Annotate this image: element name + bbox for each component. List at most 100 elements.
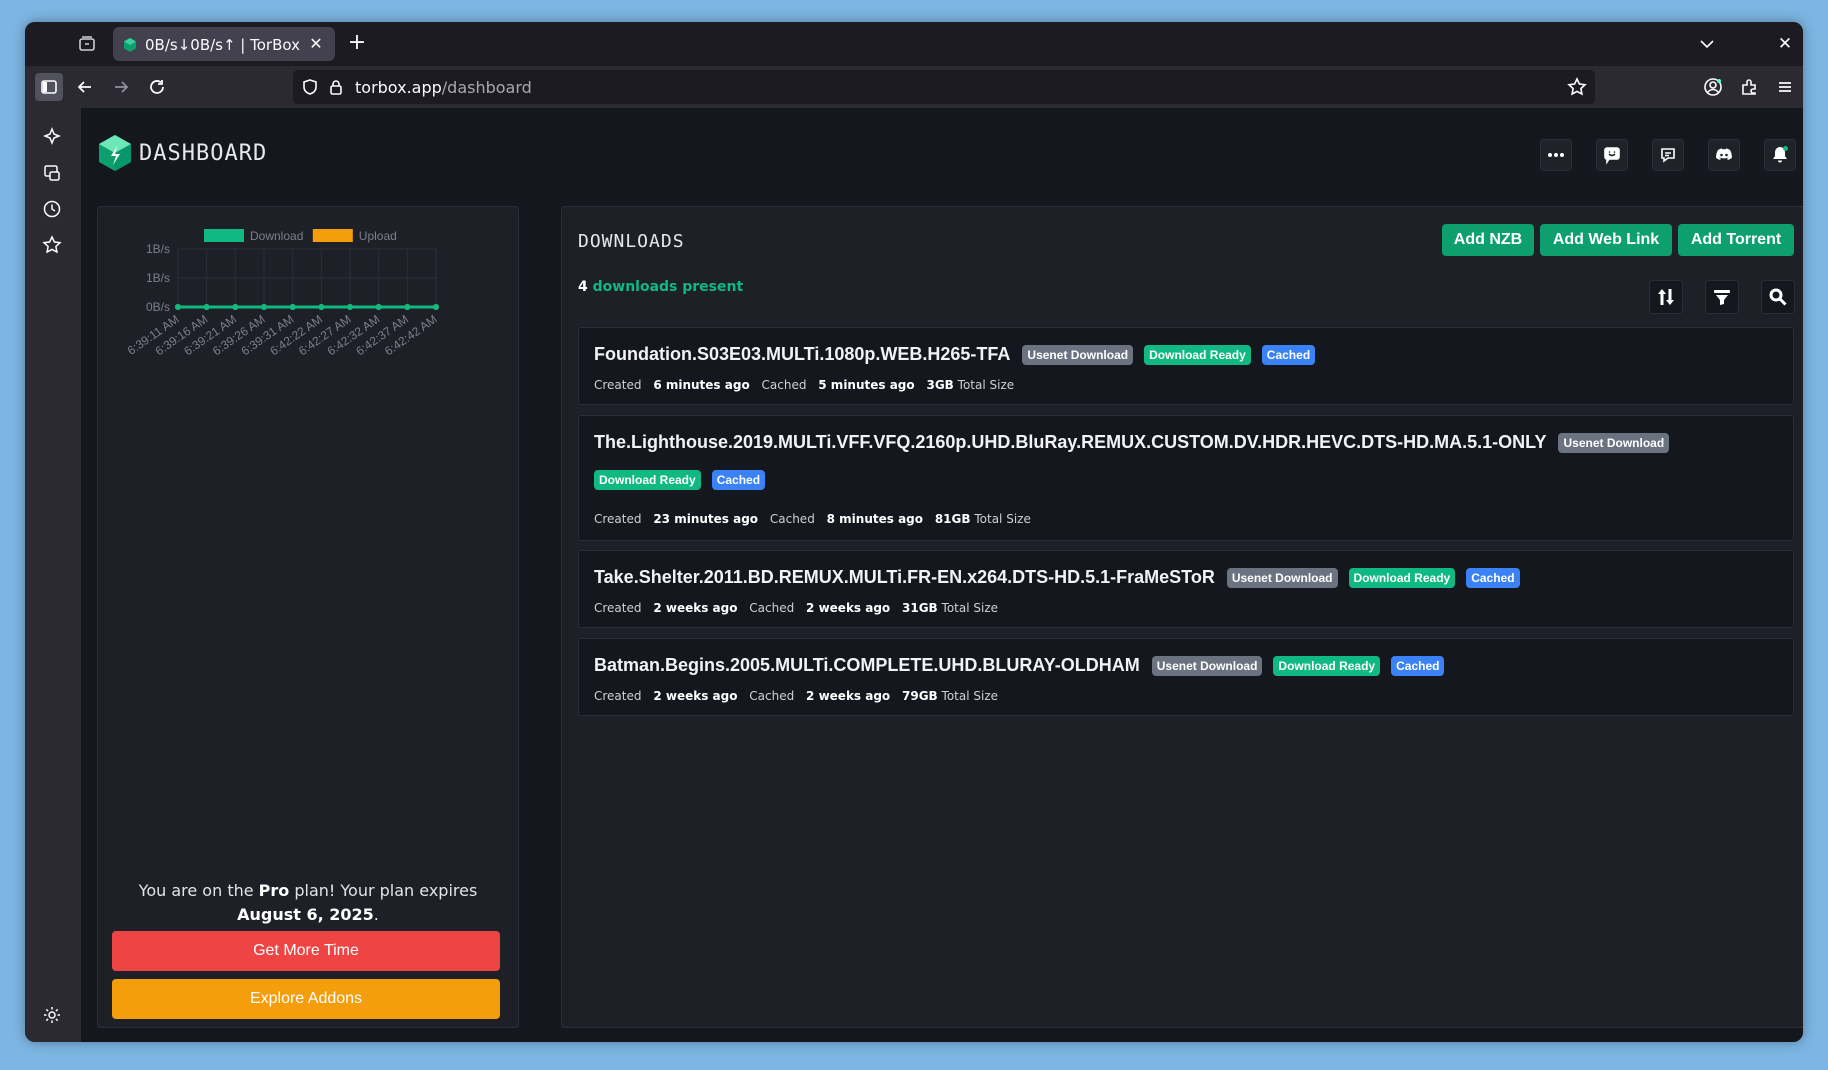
sidebar-toggle-icon[interactable] (35, 73, 63, 101)
page-title: DASHBOARD (139, 140, 268, 166)
window-close-icon[interactable]: ✕ (1773, 32, 1797, 56)
tab-torbox[interactable]: 0B/s↓0B/s↑ | TorBox ✕ (113, 27, 335, 61)
plan-info: You are on the Pro plan! Your plan expir… (112, 879, 504, 927)
cached-value: 5 minutes ago (818, 378, 915, 392)
download-name[interactable]: Batman.Begins.2005.MULTi.COMPLETE.UHD.BL… (594, 655, 1140, 676)
downloads-panel: DOWNLOADS Add NZB Add Web Link Add Torre… (561, 206, 1803, 1028)
shield-icon[interactable] (301, 78, 319, 96)
bookmark-star-icon[interactable] (1567, 77, 1587, 97)
cached-badge: Cached (711, 470, 766, 490)
data-point (261, 304, 267, 310)
reload-icon[interactable] (143, 73, 171, 101)
created-value: 2 weeks ago (653, 689, 738, 703)
plan-name: Pro (258, 881, 290, 900)
data-point (175, 304, 181, 310)
torbox-favicon-icon (124, 38, 136, 52)
more-options-icon[interactable] (1540, 139, 1572, 171)
browser-sidebar (25, 108, 81, 1042)
tab-list-icon[interactable] (75, 32, 99, 56)
discord-icon[interactable] (1708, 139, 1740, 171)
search-icon[interactable] (1761, 280, 1795, 314)
data-point (289, 304, 296, 310)
cached-badge: Cached (1261, 344, 1316, 365)
url-path: /dashboard (441, 78, 532, 97)
feedback-icon[interactable] (1596, 139, 1628, 171)
filter-icon[interactable] (1705, 280, 1739, 314)
size-label: Total Size (974, 512, 1031, 526)
downloads-title: DOWNLOADS (578, 231, 685, 252)
usenet-download-badge: Usenet Download (1226, 567, 1338, 588)
legend-label: Upload (359, 229, 397, 243)
cached-badge: Cached (1391, 655, 1445, 676)
data-point (404, 304, 411, 310)
url-text[interactable]: torbox.app/dashboard (355, 78, 532, 97)
support-chat-icon[interactable] (1652, 139, 1684, 171)
get-more-time-button[interactable]: Get More Time (112, 931, 500, 971)
back-arrow-icon[interactable] (71, 73, 99, 101)
tab-close-icon[interactable]: ✕ (305, 33, 327, 55)
y-tick-label: 1B/s (146, 242, 170, 256)
explore-addons-button[interactable]: Explore Addons (112, 979, 500, 1019)
tab-title: 0B/s↓0B/s↑ | TorBox (145, 36, 300, 54)
cached-label: Cached (749, 689, 795, 703)
download-item[interactable]: The.Lighthouse.2019.MULTi.VFF.VFQ.2160p.… (578, 415, 1794, 541)
download-meta: Created 2 weeks ago Cached 2 weeks ago 7… (594, 689, 1014, 703)
download-meta: Created 23 minutes ago Cached 8 minutes … (594, 512, 1047, 526)
download-ready-badge: Download Ready (1144, 344, 1251, 365)
y-tick-label: 1B/s (146, 271, 170, 285)
download-meta: Created 2 weeks ago Cached 2 weeks ago 3… (594, 601, 1014, 615)
created-label: Created (594, 512, 642, 526)
data-point (347, 304, 353, 310)
download-item[interactable]: Take.Shelter.2011.BD.REMUX.MULTi.FR-EN.x… (578, 550, 1794, 628)
lock-icon[interactable] (327, 78, 345, 96)
size-value: 79GB (902, 689, 938, 703)
download-name[interactable]: Take.Shelter.2011.BD.REMUX.MULTi.FR-EN.x… (594, 567, 1215, 588)
forward-arrow-icon[interactable] (107, 73, 135, 101)
cached-value: 8 minutes ago (826, 512, 923, 526)
download-ready-badge: Download Ready (1273, 655, 1381, 676)
torbox-dashboard-page: DASHBOARD Download Upload 1B/s 1B/s 0B/s 6:39… (81, 108, 1803, 1042)
plan-prefix: You are on the (138, 881, 259, 900)
data-point (433, 304, 439, 310)
synced-tabs-icon[interactable] (41, 162, 63, 184)
legend-swatch (204, 229, 244, 242)
cached-label: Cached (749, 601, 795, 615)
account-icon[interactable] (1699, 73, 1727, 101)
size-value: 81GB (934, 512, 971, 526)
usenet-download-badge: Usenet Download (1151, 655, 1263, 676)
chevron-down-icon[interactable] (1695, 32, 1719, 56)
speed-chart: Download Upload1B/s1B/s0B/s6:39:11 AM6:39… (125, 229, 440, 358)
created-label: Created (594, 601, 642, 615)
download-name[interactable]: Foundation.S03E03.MULTi.1080p.WEB.H265-T… (594, 344, 1010, 365)
size-value: 3GB (926, 378, 954, 392)
brand[interactable]: DASHBOARD (97, 134, 267, 172)
notifications-bell-icon[interactable] (1764, 139, 1796, 171)
add-nzb-button[interactable]: Add NZB (1442, 224, 1534, 256)
add-torrent-button[interactable]: Add Torrent (1678, 224, 1794, 256)
legend-label: Download (250, 229, 303, 243)
download-item[interactable]: Foundation.S03E03.MULTi.1080p.WEB.H265-T… (578, 327, 1794, 405)
url-bar[interactable]: torbox.app/dashboard (293, 70, 1595, 104)
browser-window: 0B/s↓0B/s↑ | TorBox ✕ + ✕ torbox.app/das… (25, 22, 1803, 1042)
bookmarks-star-icon[interactable] (41, 234, 63, 256)
download-item[interactable]: Batman.Begins.2005.MULTi.COMPLETE.UHD.BL… (578, 638, 1794, 716)
size-label: Total Size (941, 689, 999, 703)
download-name[interactable]: The.Lighthouse.2019.MULTi.VFF.VFQ.2160p.… (594, 432, 1546, 453)
plan-expiry: August 6, 2025 (237, 905, 374, 924)
plan-suffix: . (373, 905, 379, 924)
usenet-download-badge: Usenet Download (1558, 432, 1670, 453)
extensions-icon[interactable] (1735, 73, 1763, 101)
settings-gear-icon[interactable] (41, 1004, 63, 1026)
download-ready-badge: Download Ready (1348, 567, 1456, 588)
sort-icon[interactable] (1649, 280, 1683, 314)
ai-chatbot-icon[interactable] (41, 126, 63, 148)
add-web-link-button[interactable]: Add Web Link (1540, 224, 1672, 256)
size-value: 31GB (902, 601, 938, 615)
history-icon[interactable] (41, 198, 63, 220)
data-point (203, 304, 210, 310)
url-host: torbox.app (355, 78, 442, 97)
size-label: Total Size (941, 601, 999, 615)
download-meta: Created 6 minutes ago Cached 5 minutes a… (594, 378, 1030, 392)
new-tab-icon[interactable]: + (345, 32, 369, 56)
menu-icon[interactable] (1771, 73, 1799, 101)
